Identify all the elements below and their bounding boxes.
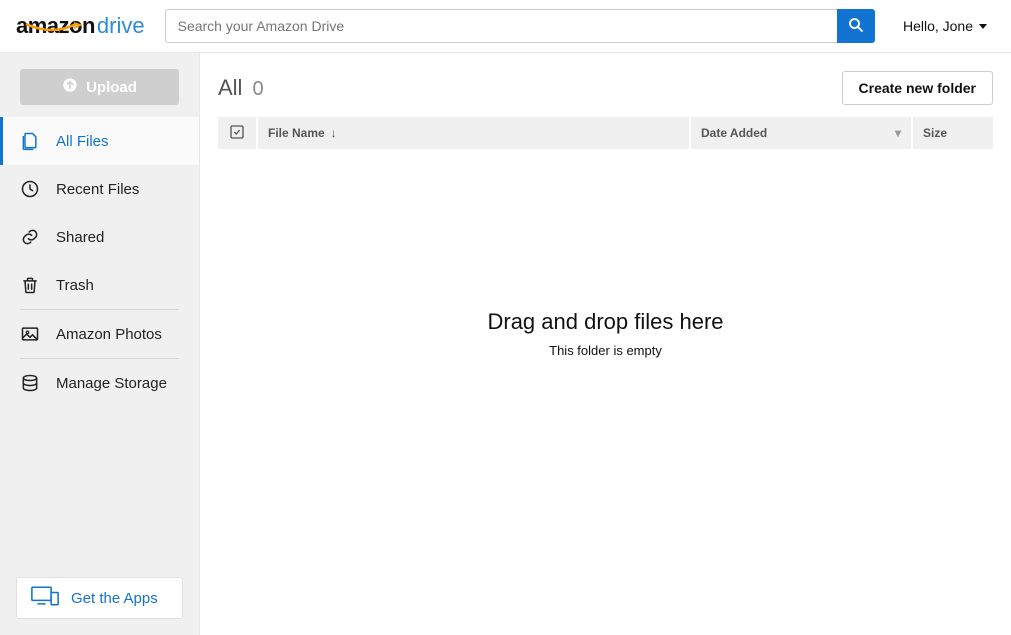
storage-icon: [20, 373, 40, 393]
search-bar: [165, 9, 875, 43]
checkbox-icon: [229, 124, 245, 143]
nav-amazon-photos[interactable]: Amazon Photos: [0, 310, 199, 358]
page-title: All: [218, 75, 242, 101]
item-count: 0: [252, 78, 263, 101]
nav-label: Recent Files: [56, 181, 139, 198]
nav-recent-files[interactable]: Recent Files: [0, 165, 199, 213]
table-header: File Name ↓ Date Added ▾ Size: [218, 117, 993, 149]
devices-icon: [31, 585, 59, 611]
header: amazon drive Hello, Jone: [0, 0, 1011, 53]
column-date[interactable]: Date Added ▾: [691, 126, 911, 140]
dropzone-subtitle: This folder is empty: [549, 343, 662, 358]
dropzone[interactable]: Drag and drop files here This folder is …: [218, 149, 993, 617]
caret-down-icon: [979, 24, 987, 29]
logo[interactable]: amazon drive: [16, 13, 145, 39]
search-button[interactable]: [837, 9, 875, 43]
column-label: File Name: [268, 126, 325, 140]
upload-icon: [62, 77, 78, 97]
amazon-smile-icon: [24, 22, 84, 36]
nav-label: Amazon Photos: [56, 326, 162, 343]
nav-shared[interactable]: Shared: [0, 213, 199, 261]
nav-all-files[interactable]: All Files: [0, 117, 199, 165]
column-size[interactable]: Size: [913, 126, 993, 140]
nav-label: Shared: [56, 229, 104, 246]
user-menu[interactable]: Hello, Jone: [895, 18, 995, 34]
column-label: Size: [923, 126, 947, 140]
titlebar: All 0 Create new folder: [218, 71, 993, 105]
trash-icon: [20, 275, 40, 295]
nav-tertiary: Manage Storage: [0, 359, 199, 407]
dropdown-arrow-icon: ▾: [895, 126, 901, 140]
upload-button[interactable]: Upload: [20, 69, 179, 105]
create-folder-button[interactable]: Create new folder: [842, 71, 993, 105]
clock-icon: [20, 179, 40, 199]
nav-manage-storage[interactable]: Manage Storage: [0, 359, 199, 407]
apps-label: Get the Apps: [71, 590, 158, 607]
user-greeting: Hello, Jone: [903, 18, 973, 34]
nav-label: Manage Storage: [56, 375, 167, 392]
column-filename[interactable]: File Name ↓: [258, 126, 689, 140]
nav-label: Trash: [56, 277, 94, 294]
sidebar: Upload All Files Recent Files Shared: [0, 53, 200, 635]
dropzone-title: Drag and drop files here: [487, 309, 723, 335]
files-icon: [20, 131, 40, 151]
nav-label: All Files: [56, 133, 109, 150]
search-icon: [847, 16, 865, 37]
column-label: Date Added: [701, 126, 767, 140]
sort-down-icon: ↓: [331, 126, 337, 140]
search-input[interactable]: [165, 9, 837, 43]
nav-trash[interactable]: Trash: [0, 261, 199, 309]
main-content: All 0 Create new folder File Name ↓ Date…: [200, 53, 1011, 635]
nav-primary: All Files Recent Files Shared Trash: [0, 117, 199, 309]
logo-drive-text: drive: [97, 13, 145, 39]
photos-icon: [20, 324, 40, 344]
link-icon: [20, 227, 40, 247]
nav-secondary: Amazon Photos: [0, 310, 199, 358]
upload-label: Upload: [86, 79, 137, 96]
get-apps-button[interactable]: Get the Apps: [16, 577, 183, 619]
select-all-checkbox[interactable]: [218, 124, 256, 143]
